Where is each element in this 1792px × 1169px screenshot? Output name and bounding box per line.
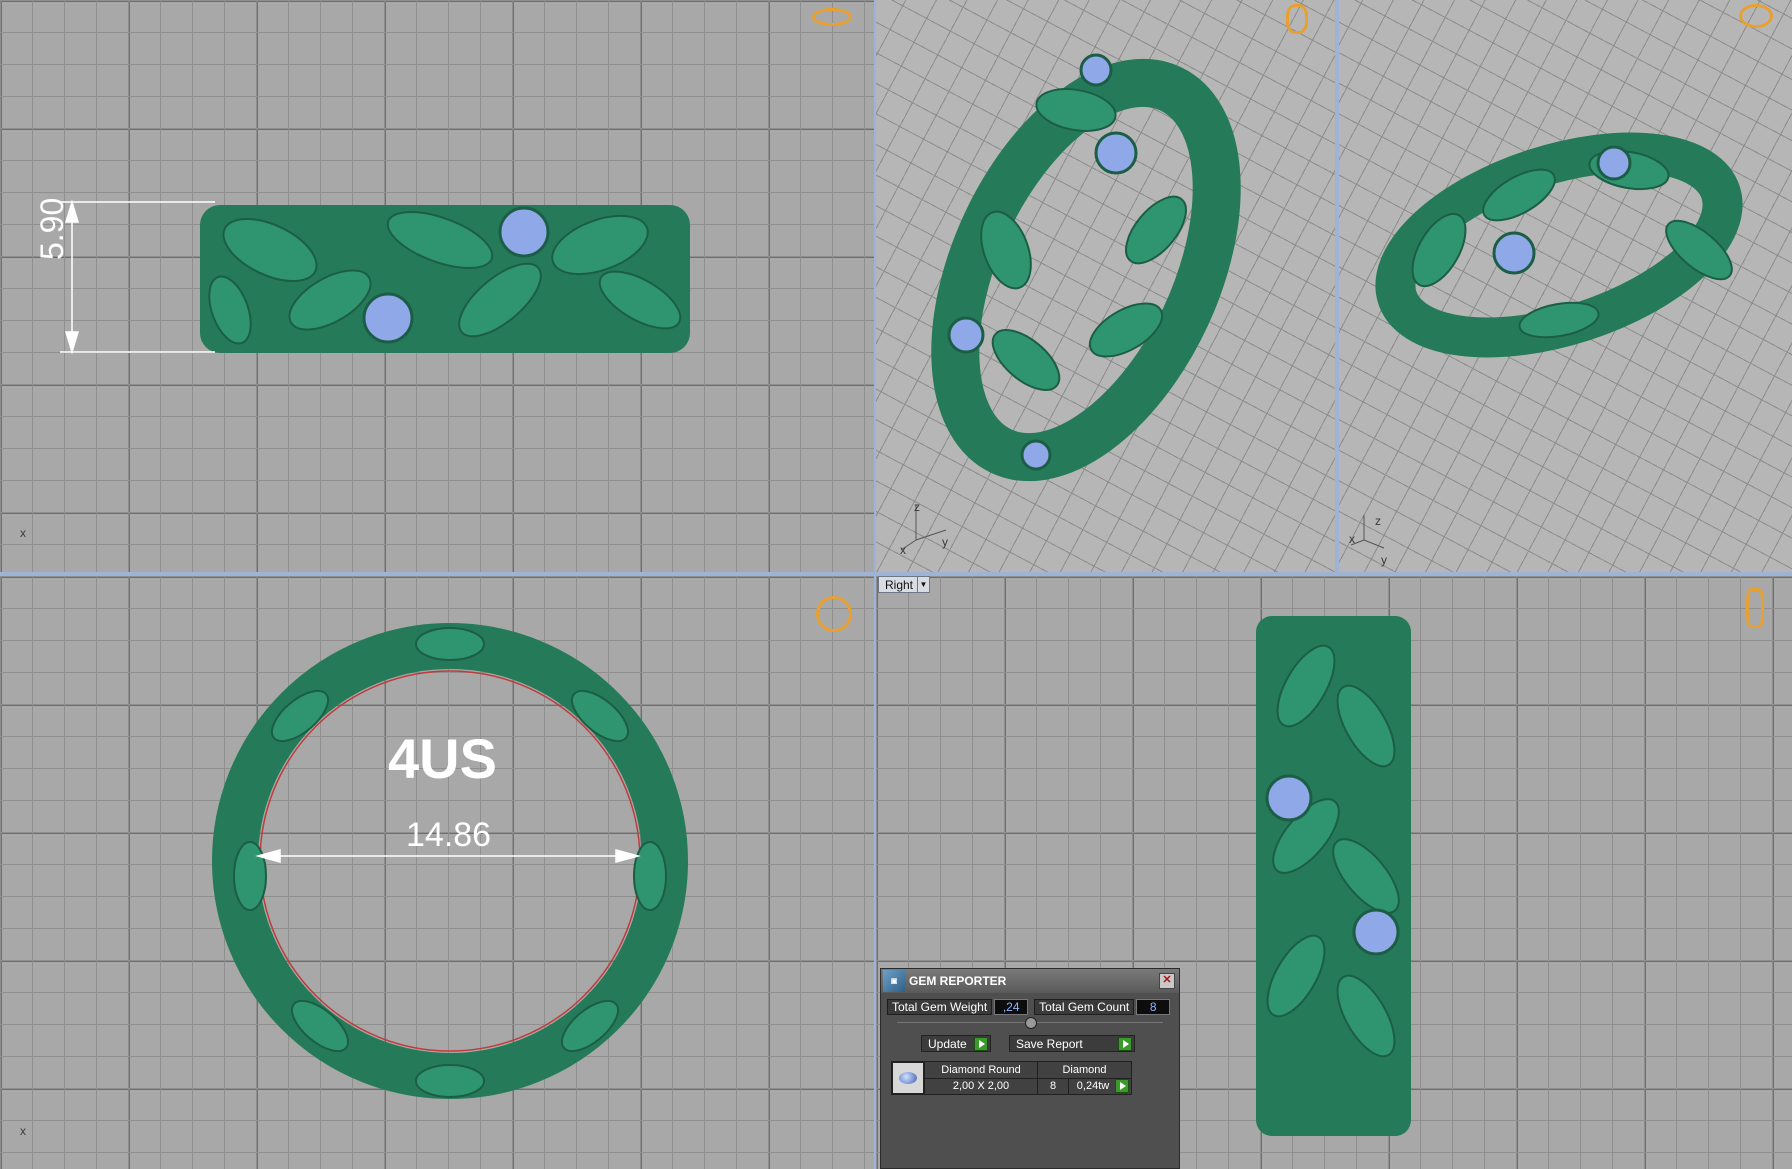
total-weight-label: Total Gem Weight — [887, 999, 993, 1015]
gem-weight-cell: 0,24tw — [1068, 1077, 1132, 1095]
close-icon[interactable]: ✕ — [1159, 973, 1175, 989]
inner-diameter-label: 14.86 — [406, 816, 492, 854]
view-selector-label: Right — [885, 577, 914, 592]
totals-row: Total Gem Weight ,24 Total Gem Count 8 — [887, 999, 1171, 1015]
save-report-button-label: Save Report — [1016, 1036, 1083, 1051]
gem-reporter-panel: ▣ GEM REPORTER ✕ Total Gem Weight ,24 To… — [880, 968, 1180, 1169]
view-cube-icon[interactable] — [812, 8, 852, 26]
view-cube-icon[interactable] — [1286, 4, 1308, 34]
axis-z-label: z — [914, 500, 920, 514]
table-row[interactable]: 2,00 X 2,00 8 0,24tw — [892, 1077, 1132, 1095]
gem-size-cell: 2,00 X 2,00 — [924, 1077, 1038, 1095]
ring-side-render — [212, 623, 688, 1099]
view-cube-icon[interactable] — [1746, 588, 1764, 628]
total-count-label: Total Gem Count — [1034, 999, 1135, 1015]
gem-reporter-titlebar[interactable]: ▣ GEM REPORTER ✕ — [881, 969, 1179, 993]
axis-y-label: y — [942, 535, 948, 549]
gem-reporter-title: GEM REPORTER — [909, 974, 1007, 988]
play-icon[interactable] — [1115, 1078, 1129, 1093]
play-icon — [1118, 1037, 1132, 1051]
axis-x-label: x — [900, 543, 906, 557]
view-cube-icon[interactable] — [1739, 4, 1773, 28]
save-report-button[interactable]: Save Report — [1009, 1035, 1135, 1052]
viewport-perspective[interactable]: z y x — [876, 0, 1335, 572]
viewport-divider-vertical-top[interactable] — [1335, 0, 1339, 572]
gem-count-cell: 8 — [1037, 1077, 1069, 1095]
collapse-toggle-icon[interactable] — [1025, 1017, 1037, 1029]
total-weight-field[interactable]: ,24 — [994, 999, 1029, 1015]
axis-x-label: x — [20, 526, 26, 540]
height-dimension-label: 5.90 — [34, 197, 70, 260]
diamond-round-icon — [892, 1062, 924, 1094]
ring-size-label: 4US — [388, 727, 497, 790]
gem-type-header: Diamond — [1037, 1061, 1132, 1079]
viewport-side[interactable]: 4US 14.86 x — [0, 576, 874, 1169]
axis-x-label: x — [1349, 532, 1355, 546]
app-logo-icon: ▣ — [883, 970, 905, 992]
update-button[interactable]: Update — [921, 1035, 991, 1052]
total-count-field[interactable]: 8 — [1136, 999, 1171, 1015]
axis-y-label: y — [1381, 553, 1387, 567]
ring-perspective-render — [900, 53, 1241, 551]
action-row: Update Save Report — [921, 1035, 1135, 1052]
gem-shape-header: Diamond Round — [924, 1061, 1038, 1079]
chevron-down-icon[interactable]: ▼ — [917, 577, 929, 592]
update-button-label: Update — [928, 1036, 967, 1051]
viewport-perspective-2[interactable]: z y x — [1339, 0, 1792, 572]
ring-front-render — [60, 199, 690, 355]
play-icon — [974, 1037, 988, 1051]
view-selector[interactable]: Right ▼ — [878, 576, 930, 593]
ring-perspective-2-render — [1350, 132, 1743, 549]
axis-z-label: z — [1375, 514, 1381, 528]
gem-table: Diamond Round Diamond 2,00 X 2,00 8 0,24… — [891, 1061, 1132, 1095]
gem-weight-value: 0,24tw — [1076, 1080, 1110, 1093]
viewport-front[interactable]: 5.90 x — [0, 0, 874, 572]
viewport-divider-vertical[interactable] — [874, 0, 876, 1169]
table-row[interactable]: Diamond Round Diamond — [891, 1061, 1132, 1095]
view-cube-icon[interactable] — [816, 596, 852, 632]
axis-x-label: x — [20, 1124, 26, 1138]
